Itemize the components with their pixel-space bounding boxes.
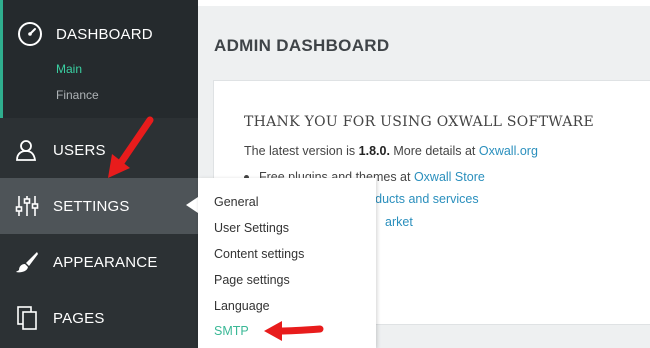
- paintbrush-icon: [14, 249, 40, 275]
- version-number: 1.8.0.: [358, 144, 390, 158]
- dashboard-gauge-icon: [17, 21, 43, 47]
- annotation-arrow-smtp: [264, 321, 324, 341]
- sliders-icon: [14, 193, 40, 219]
- oxwall-store-link[interactable]: Oxwall Store: [414, 170, 485, 184]
- nav-settings[interactable]: SETTINGS: [0, 178, 198, 234]
- nav-dashboard[interactable]: DASHBOARD: [3, 6, 201, 62]
- flyout-caret: [186, 197, 198, 213]
- nav-users-label: USERS: [53, 141, 106, 159]
- nav-dashboard-label: DASHBOARD: [56, 25, 153, 43]
- top-strip: [198, 0, 650, 6]
- nav-settings-label: SETTINGS: [53, 197, 130, 215]
- page-title: ADMIN DASHBOARD: [214, 36, 390, 55]
- nav-dashboard-group: DASHBOARD Main Finance: [0, 0, 198, 118]
- nav-pages-label: PAGES: [53, 309, 105, 327]
- version-prefix: The latest version is: [244, 144, 359, 158]
- pages-icon: [14, 305, 40, 331]
- nav-appearance-label: APPEARANCE: [53, 253, 158, 271]
- oxwall-org-link[interactable]: Oxwall.org: [479, 144, 538, 158]
- menu-item-general[interactable]: General: [214, 195, 258, 209]
- nav-pages[interactable]: PAGES: [0, 290, 198, 346]
- sidebar: DASHBOARD Main Finance USERS SETTINGS AP…: [0, 0, 198, 348]
- menu-item-content-settings[interactable]: Content settings: [214, 247, 304, 261]
- market-link[interactable]: arket: [385, 215, 413, 229]
- annotation-arrow-settings: [108, 116, 154, 178]
- version-info: The latest version is 1.8.0. More detail…: [244, 144, 538, 158]
- subnav-finance[interactable]: Finance: [56, 88, 99, 102]
- menu-item-smtp[interactable]: SMTP: [214, 324, 249, 338]
- menu-item-user-settings[interactable]: User Settings: [214, 221, 289, 235]
- user-icon: [14, 137, 40, 163]
- version-suffix: More details at: [389, 144, 479, 158]
- nav-users[interactable]: USERS: [0, 122, 198, 178]
- subnav-main[interactable]: Main: [56, 62, 82, 76]
- products-services-link[interactable]: roducts and services: [364, 192, 479, 206]
- nav-appearance[interactable]: APPEARANCE: [0, 234, 198, 290]
- panel-heading: THANK YOU FOR USING OXWALL SOFTWARE: [244, 114, 594, 130]
- menu-item-language[interactable]: Language: [214, 299, 270, 313]
- menu-item-page-settings[interactable]: Page settings: [214, 273, 290, 287]
